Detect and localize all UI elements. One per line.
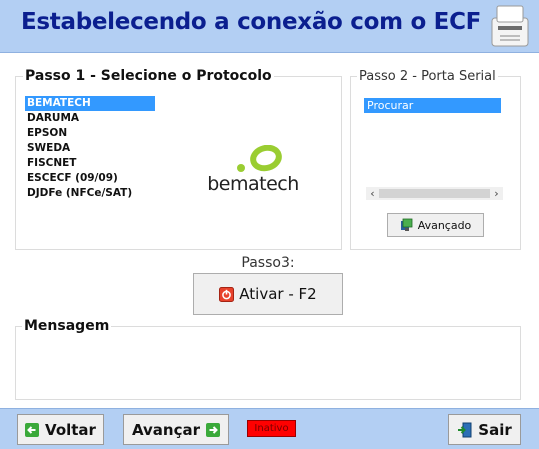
step3-label: Passo3: (241, 255, 295, 271)
header-bar: Estabelecendo a conexão com o ECF (0, 0, 539, 53)
serial-port-list[interactable]: Procurar (364, 98, 501, 188)
activate-button-label: Ativar - F2 (239, 285, 317, 303)
footer-bar: Voltar Avançar Inativo Sair (0, 408, 539, 449)
bematech-logo-mark (237, 145, 282, 172)
power-icon (219, 286, 235, 302)
scrollbar-thumb[interactable] (379, 189, 490, 198)
printer-icon (491, 5, 529, 47)
back-button-label: Voltar (45, 420, 96, 439)
message-group-legend: Mensagem (22, 318, 112, 334)
serial-port-item[interactable]: Procurar (364, 98, 501, 113)
horizontal-scrollbar[interactable]: ‹ › (366, 187, 503, 200)
back-button[interactable]: Voltar (17, 414, 104, 445)
arrow-left-icon (25, 422, 40, 437)
protocol-list[interactable]: BEMATECH DARUMA EPSON SWEDA FISCNET ESCECF (0… (25, 96, 155, 201)
message-group: Mensagem (15, 318, 521, 400)
scroll-right-icon[interactable]: › (490, 187, 503, 200)
next-button-label: Avançar (131, 420, 201, 439)
protocol-item[interactable]: FISCNET (25, 156, 155, 171)
page-title: Estabelecendo a conexão com o ECF (21, 9, 482, 35)
settings-icon (400, 218, 413, 231)
protocol-item[interactable]: DARUMA (25, 111, 155, 126)
protocol-item[interactable]: ESCECF (09/09) (25, 171, 155, 186)
serial-port-group-legend: Passo 2 - Porta Serial (357, 69, 498, 84)
exit-door-icon (458, 422, 472, 437)
protocol-item[interactable]: SWEDA (25, 141, 155, 156)
protocol-item[interactable]: EPSON (25, 126, 155, 141)
activate-button[interactable]: Ativar - F2 (193, 273, 343, 315)
protocol-item[interactable]: BEMATECH (25, 96, 155, 111)
scroll-left-icon[interactable]: ‹ (366, 187, 379, 200)
advanced-button-label: Avançado (417, 218, 472, 232)
exit-button[interactable]: Sair (448, 414, 521, 445)
protocol-group: Passo 1 - Selecione o Protocolo BEMATECH… (15, 68, 342, 250)
arrow-right-icon (206, 422, 221, 437)
bematech-logo: bematech (203, 145, 303, 200)
status-badge: Inativo (247, 420, 296, 437)
protocol-group-legend: Passo 1 - Selecione o Protocolo (23, 68, 274, 84)
advanced-button[interactable]: Avançado (387, 213, 484, 237)
next-button[interactable]: Avançar (123, 414, 229, 445)
exit-button-label: Sair (478, 420, 512, 439)
protocol-item[interactable]: DJDFe (NFCe/SAT) (25, 186, 155, 201)
bematech-logo-text: bematech (207, 173, 299, 195)
